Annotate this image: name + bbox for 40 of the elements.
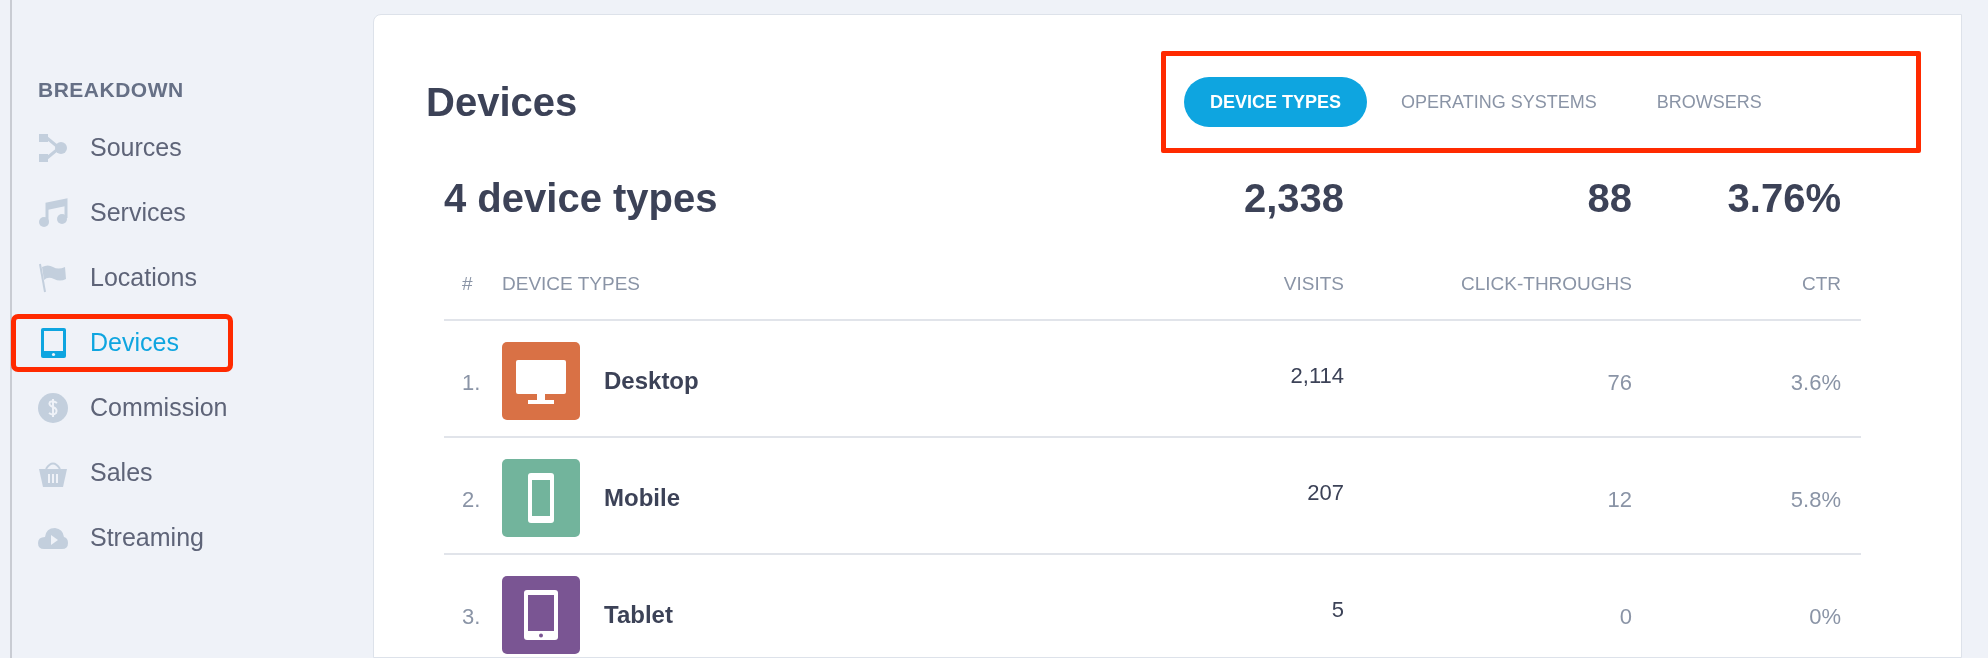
click-throughs-cell-text: 0 xyxy=(1618,603,1632,631)
click-throughs-cell-text: 76 xyxy=(1606,369,1632,397)
sidebar-item[interactable]: Streaming xyxy=(16,513,228,562)
tab[interactable]: DEVICE TYPES xyxy=(1184,77,1368,127)
device-name: Tablet xyxy=(604,599,673,630)
sidebar-item[interactable]: Sources xyxy=(16,123,228,172)
tab[interactable]: BROWSERS xyxy=(1630,77,1788,127)
music-note-icon xyxy=(38,197,68,228)
visits-cell-text: 2,114 xyxy=(1289,362,1344,390)
column-header: CLICK-THROUGHS xyxy=(1460,271,1632,296)
device-name: Desktop xyxy=(604,365,699,396)
click-throughs-cell-text: 12 xyxy=(1606,486,1632,514)
tablet-icon xyxy=(38,327,68,358)
sidebar-item[interactable]: Locations xyxy=(16,253,228,302)
visits-cell-text: 207 xyxy=(1306,479,1344,507)
sidebar-item[interactable]: Services xyxy=(16,188,228,237)
sidebar-item[interactable]: Sales xyxy=(16,448,228,497)
column-header: DEVICE TYPES xyxy=(502,271,641,296)
total-visits: 2,338 xyxy=(1242,175,1344,222)
ctr-cell-text: 0% xyxy=(1808,603,1841,631)
column-header: CTR xyxy=(1800,271,1841,296)
column-header: # xyxy=(461,271,474,296)
rank-number: 3. xyxy=(461,603,482,631)
column-header: VISITS xyxy=(1282,271,1344,296)
rank-number: 2. xyxy=(461,486,482,514)
sidebar-item[interactable]: Commission xyxy=(16,383,228,432)
branch-icon xyxy=(38,132,68,163)
sidebar-heading: BREAKDOWN xyxy=(38,77,184,103)
tab[interactable]: OPERATING SYSTEMS xyxy=(1375,77,1623,127)
panel-title: Devices xyxy=(426,79,578,126)
dollar-icon xyxy=(38,392,68,423)
device-type-count: 4 device types xyxy=(444,175,718,222)
device-name: Mobile xyxy=(604,482,680,513)
visits-cell-text: 5 xyxy=(1330,596,1344,624)
flag-icon xyxy=(38,262,68,293)
total-ctr: 3.76% xyxy=(1726,175,1841,222)
rank-number: 1. xyxy=(461,369,482,397)
total-click-throughs: 88 xyxy=(1586,175,1632,222)
ctr-cell-text: 5.8% xyxy=(1789,486,1841,514)
ctr-cell-text: 3.6% xyxy=(1789,369,1841,397)
